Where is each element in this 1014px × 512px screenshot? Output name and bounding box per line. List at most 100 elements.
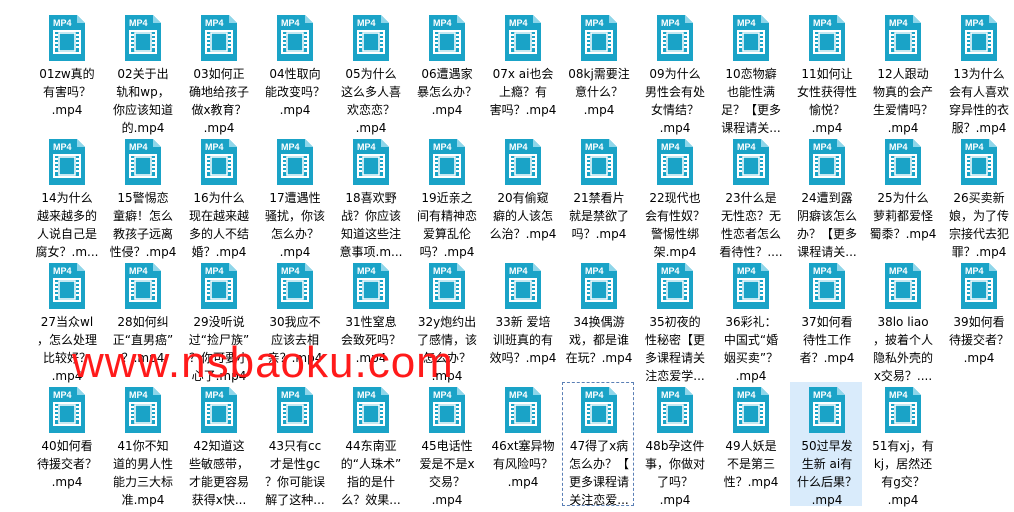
file-item[interactable]: MP4 45电话性 爱是不是x 交易？ .mp4 (410, 382, 482, 507)
mp4-file-icon: MP4 (429, 139, 465, 185)
file-name-label: 30我应不 应该去相 亲？.mp4 (267, 315, 323, 365)
file-item[interactable]: MP4 35初夜的 性秘密【更 多课程请关 注恋爱学... (638, 258, 710, 383)
svg-text:MP4: MP4 (965, 18, 984, 28)
mp4-file-icon: MP4 (201, 387, 237, 433)
svg-text:MP4: MP4 (281, 390, 300, 400)
svg-text:MP4: MP4 (661, 390, 680, 400)
svg-text:MP4: MP4 (357, 142, 376, 152)
file-item[interactable]: MP4 14为什么 越来越多的 人说自己是 腐女？.m... (30, 134, 102, 259)
svg-text:MP4: MP4 (737, 142, 756, 152)
mp4-file-icon: MP4 (49, 263, 85, 309)
mp4-file-icon: MP4 (581, 387, 617, 433)
file-item[interactable]: MP4 04性取向 能改变吗？ .mp4 (258, 10, 330, 134)
file-item[interactable]: MP4 41你不知 道的男人性 能力三大标 准.mp4 (106, 382, 178, 507)
file-item[interactable]: MP4 29没听说 过“捡尸族” ？你可要小 心了.mp4 (182, 258, 254, 383)
file-item[interactable]: MP4 51有xj，有 kj，居然还 有g交？ .mp4 (866, 382, 938, 507)
mp4-file-icon: MP4 (429, 263, 465, 309)
file-item[interactable]: MP4 01zw真的 有害吗？ .mp4 (30, 10, 102, 134)
file-name-label: 17遭遇性 骚扰，你该 怎么办？ .mp4 (264, 191, 325, 259)
mp4-file-icon: MP4 (581, 139, 617, 185)
file-item[interactable]: MP4 43只有cc 才是性gc ？你可能误 解了这种... (258, 382, 330, 507)
svg-text:MP4: MP4 (129, 390, 148, 400)
file-item[interactable]: MP4 46xt塞异物 有风险吗？ .mp4 (486, 382, 558, 506)
file-item[interactable]: MP4 33新 爱培 训班真的有 效吗？.mp4 (486, 258, 558, 382)
file-item[interactable]: MP4 23什么是 无性恋？无 性恋者怎么 看待性？.... (714, 134, 786, 259)
svg-text:MP4: MP4 (281, 18, 300, 28)
mp4-file-icon: MP4 (277, 387, 313, 433)
file-item[interactable]: MP4 15警惕恋 童癖！怎么 教孩子远离 性侵？.mp4 (106, 134, 178, 259)
file-name-label: 51有xj，有 kj，居然还 有g交？ .mp4 (872, 439, 934, 507)
file-item[interactable]: MP4 05为什么 这么多人喜 欢恋恋？ .mp4 (334, 10, 406, 135)
file-name-label: 37如何看 待性工作 者？.mp4 (799, 315, 855, 365)
file-item[interactable]: MP4 21禁看片 就是禁欲了 吗？.mp4 (562, 134, 634, 258)
file-item[interactable]: MP4 26买卖新 娘，为了传 宗接代去犯 罪？.mp4 (942, 134, 1014, 259)
file-item[interactable]: MP4 36彩礼： 中国式“婚 姻买卖”？ .mp4 (714, 258, 786, 383)
mp4-file-icon: MP4 (885, 139, 921, 185)
mp4-file-icon: MP4 (809, 387, 845, 433)
svg-text:MP4: MP4 (433, 18, 452, 28)
file-item[interactable]: MP4 02关于出 轨和wp， 你应该知道 的.mp4 (106, 10, 178, 135)
file-item[interactable]: MP4 13为什么 会有人喜欢 穿异性的衣 服？.mp4 (942, 10, 1014, 135)
file-item[interactable]: MP4 10恋物癖 也能性满 足？【更多 课程请关... (714, 10, 786, 135)
file-name-label: 28如何纠 正“直男癌” ？.mp4 (112, 315, 174, 365)
file-item[interactable]: MP4 42知道这 些敏感带， 才能更容易 获得x快... (182, 382, 254, 507)
mp4-file-icon: MP4 (733, 387, 769, 433)
file-item[interactable]: MP4 07x ai也会 上瘾？有 害吗？.mp4 (486, 10, 558, 134)
file-item[interactable]: MP4 25为什么 萝莉都爱怪 蜀黍？.mp4 (866, 134, 938, 258)
file-name-label: 05为什么 这么多人喜 欢恋恋？ .mp4 (340, 67, 401, 135)
file-item[interactable]: MP4 32y炮约出 了感情，该 怎么办？ .mp4 (410, 258, 482, 383)
svg-text:MP4: MP4 (357, 266, 376, 276)
svg-text:MP4: MP4 (53, 18, 72, 28)
file-item[interactable]: MP4 27当众wl ，怎么处理 比较好？ .mp4 (30, 258, 102, 383)
svg-text:MP4: MP4 (281, 266, 300, 276)
mp4-file-icon: MP4 (885, 15, 921, 61)
mp4-file-icon: MP4 (885, 263, 921, 309)
file-item[interactable]: MP4 08kj需要注 意什么？ .mp4 (562, 10, 634, 134)
file-item[interactable]: MP4 06遭遇家 暴怎么办？ .mp4 (410, 10, 482, 134)
file-name-label: 26买卖新 娘，为了传 宗接代去犯 罪？.mp4 (948, 191, 1009, 259)
svg-text:MP4: MP4 (889, 390, 908, 400)
file-item[interactable]: MP4 30我应不 应该去相 亲？.mp4 (258, 258, 330, 382)
file-name-label: 03如何正 确地给孩子 做x教育？ .mp4 (188, 67, 249, 135)
file-name-label: 48b孕这件 事，你做对 了吗？ .mp4 (644, 439, 705, 507)
mp4-file-icon: MP4 (961, 139, 997, 185)
svg-text:MP4: MP4 (509, 142, 528, 152)
mp4-file-icon: MP4 (581, 263, 617, 309)
svg-text:MP4: MP4 (965, 266, 984, 276)
file-item[interactable]: MP4 34换偶游 戏，都是谁 在玩？.mp4 (562, 258, 634, 382)
file-item[interactable]: MP4 50过早发 生新 ai有 什么后果？ .mp4 (790, 382, 862, 507)
file-item[interactable]: MP4 37如何看 待性工作 者？.mp4 (790, 258, 862, 382)
file-item[interactable]: MP4 19近亲之 间有精神恋 爱算乱伦 吗？.mp4 (410, 134, 482, 259)
file-item[interactable]: MP4 47得了x病 怎么办？【 更多课程请 关注恋爱... (562, 382, 634, 507)
file-name-label: 06遭遇家 暴怎么办？ .mp4 (416, 67, 477, 117)
file-name-label: 24遭到露 阴癖该怎么 办？【更多 课程请关... (796, 191, 857, 259)
file-name-label: 23什么是 无性恋？无 性恋者怎么 看待性？.... (719, 191, 783, 259)
file-name-label: 42知道这 些敏感带， 才能更容易 获得x快... (188, 439, 249, 507)
file-item[interactable]: MP4 12人跟动 物真的会产 生爱情吗？ .mp4 (866, 10, 938, 135)
svg-text:MP4: MP4 (205, 18, 224, 28)
file-item[interactable]: MP4 09为什么 男性会有处 女情结？ .mp4 (638, 10, 710, 135)
file-item[interactable]: MP4 48b孕这件 事，你做对 了吗？ .mp4 (638, 382, 710, 507)
file-item[interactable]: MP4 31性窒息 会致死吗？ .mp4 (334, 258, 406, 382)
file-item[interactable]: MP4 20有偷窥 癖的人该怎 么治？.mp4 (486, 134, 558, 258)
file-item[interactable]: MP4 40如何看 待援交者？ .mp4 (30, 382, 102, 506)
file-item[interactable]: MP4 03如何正 确地给孩子 做x教育？ .mp4 (182, 10, 254, 135)
file-item[interactable]: MP4 24遭到露 阴癖该怎么 办？【更多 课程请关... (790, 134, 862, 259)
file-item[interactable]: MP4 49人妖是 不是第三 性？.mp4 (714, 382, 786, 506)
mp4-file-icon: MP4 (125, 15, 161, 61)
file-item[interactable]: MP4 39如何看 待援交者？ .mp4 (942, 258, 1014, 382)
svg-text:MP4: MP4 (357, 390, 376, 400)
file-item[interactable]: MP4 38lo liao ，披着个人 隐私外壳的 x交易？.... (866, 258, 938, 383)
file-item[interactable]: MP4 44东南亚 的“人珠术” 指的是什 么？效果... (334, 382, 406, 507)
file-item[interactable]: MP4 18喜欢野 战？你应该 知道这些注 意事项.m... (334, 134, 406, 259)
mp4-file-icon: MP4 (657, 15, 693, 61)
file-item[interactable]: MP4 28如何纠 正“直男癌” ？.mp4 (106, 258, 178, 382)
svg-text:MP4: MP4 (129, 18, 148, 28)
file-item[interactable]: MP4 16为什么 现在越来越 多的人不结 婚？.mp4 (182, 134, 254, 259)
mp4-file-icon: MP4 (733, 263, 769, 309)
file-item[interactable]: MP4 11如何让 女性获得性 愉悦？ .mp4 (790, 10, 862, 135)
file-item[interactable]: MP4 17遭遇性 骚扰，你该 怎么办？ .mp4 (258, 134, 330, 259)
mp4-file-icon: MP4 (429, 15, 465, 61)
file-item[interactable]: MP4 22现代也 会有性奴？ 警惕性绑 架.mp4 (638, 134, 710, 259)
svg-text:MP4: MP4 (813, 390, 832, 400)
